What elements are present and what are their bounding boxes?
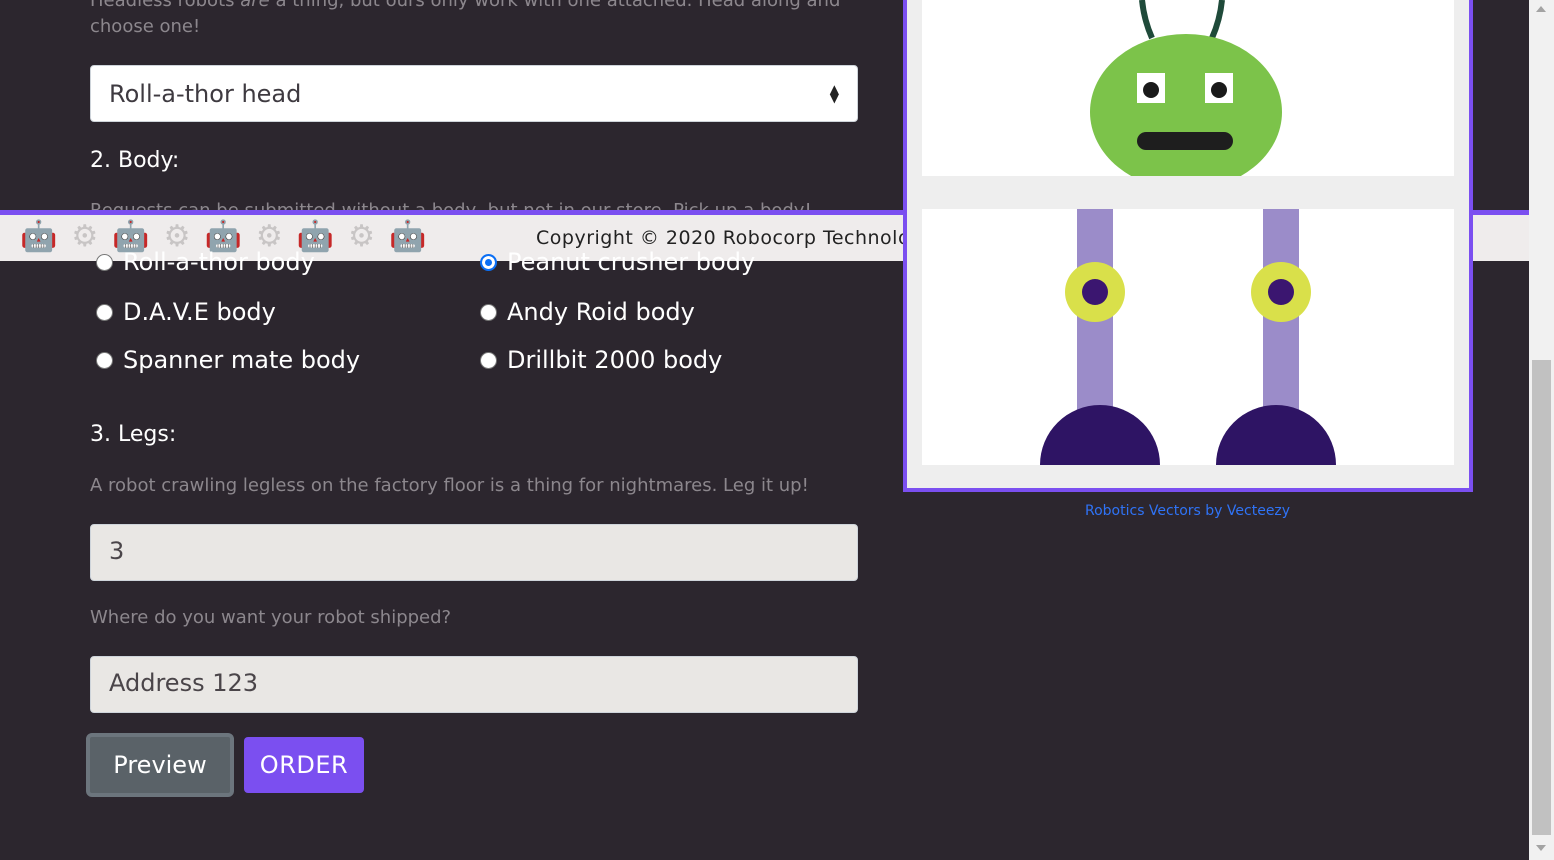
shipping-help-text: Where do you want your robot shipped? <box>90 607 452 628</box>
head-intro-text: Headless robots are a thing, but ours on… <box>90 0 841 37</box>
radio-indicator[interactable] <box>480 303 497 321</box>
preview-button[interactable]: Preview <box>86 733 234 797</box>
robot-head-image <box>922 0 1454 176</box>
radio-andy-roid-body[interactable]: Andy Roid body <box>480 298 695 326</box>
radio-indicator[interactable] <box>96 253 113 271</box>
scrollbar-thumb[interactable] <box>1532 360 1551 835</box>
address-input[interactable]: Address 123 <box>90 656 858 713</box>
legs-input[interactable]: 3 <box>90 524 858 581</box>
radio-drillbit-2000-body[interactable]: Drillbit 2000 body <box>480 346 722 374</box>
radio-dave-body[interactable]: D.A.V.E body <box>96 298 276 326</box>
radio-roll-a-thor-body[interactable]: Roll-a-thor body <box>96 248 315 276</box>
radio-indicator-selected[interactable] <box>480 253 497 271</box>
robot-preview-frame <box>903 0 1473 492</box>
radio-spanner-mate-body[interactable]: Spanner mate body <box>96 346 360 374</box>
scroll-up-arrow-icon[interactable] <box>1536 6 1546 12</box>
head-select[interactable]: Roll-a-thor head ▲ ▼ <box>90 65 858 122</box>
legs-help-text: A robot crawling legless on the factory … <box>90 475 809 496</box>
vecteezy-credit-link[interactable]: Robotics Vectors by Vecteezy <box>1085 503 1290 519</box>
copyright-text: Copyright © 2020 Robocorp Technolo <box>536 227 911 249</box>
radio-indicator[interactable] <box>480 351 497 369</box>
page-scrollbar[interactable] <box>1529 0 1554 860</box>
radio-indicator[interactable] <box>96 303 113 321</box>
scroll-down-arrow-icon[interactable] <box>1536 845 1546 851</box>
select-caret-icon: ▲ ▼ <box>829 81 839 105</box>
radio-peanut-crusher-body[interactable]: Peanut crusher body <box>480 248 755 276</box>
legs-heading: 3. Legs: <box>90 422 177 447</box>
head-select-value: Roll-a-thor head <box>109 79 302 108</box>
body-heading: 2. Body: <box>90 148 180 173</box>
robot-legs-image <box>922 209 1454 465</box>
order-button[interactable]: ORDER <box>244 737 364 793</box>
radio-indicator[interactable] <box>96 351 113 369</box>
